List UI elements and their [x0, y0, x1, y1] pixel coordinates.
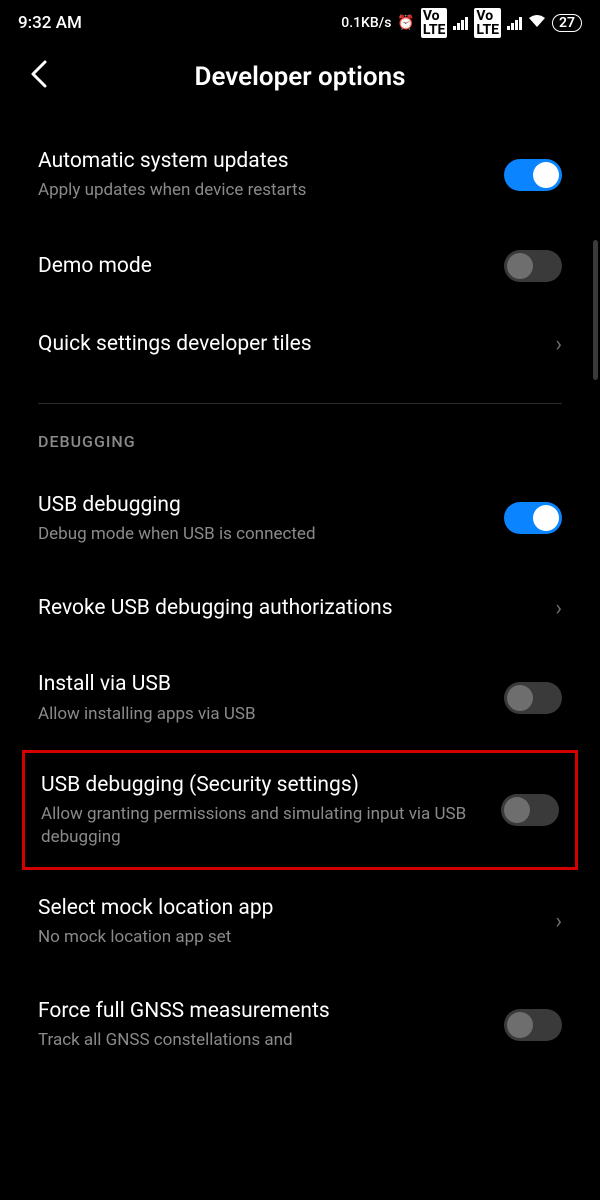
row-subtitle: Allow granting permissions and simulatin…	[41, 803, 485, 849]
row-title: Automatic system updates	[38, 147, 488, 175]
divider	[38, 403, 562, 404]
row-subtitle: No mock location app set	[38, 926, 539, 949]
toggle-demo-mode[interactable]	[504, 250, 562, 282]
row-subtitle: Apply updates when device restarts	[38, 179, 488, 202]
scrollbar[interactable]	[593, 240, 598, 380]
row-demo-mode[interactable]: Demo mode	[38, 226, 562, 306]
status-bar: 9:32 AM 0.1KB/s ⏰ VoLTE VoLTE 27	[0, 0, 600, 42]
chevron-right-icon: ›	[555, 332, 562, 357]
alarm-icon: ⏰	[397, 15, 414, 31]
back-button[interactable]	[30, 60, 70, 93]
section-label-debugging: DEBUGGING	[38, 432, 562, 451]
toggle-automatic-updates[interactable]	[504, 159, 562, 191]
row-subtitle: Debug mode when USB is connected	[38, 523, 488, 546]
volte-icon-1: VoLTE	[421, 8, 448, 38]
row-automatic-system-updates[interactable]: Automatic system updates Apply updates w…	[38, 123, 562, 226]
volte-icon-2: VoLTE	[474, 8, 501, 38]
row-title: Select mock location app	[38, 894, 539, 922]
row-subtitle: Track all GNSS constellations and	[38, 1029, 488, 1052]
toggle-install-via-usb[interactable]	[504, 682, 562, 714]
signal-icon-2	[507, 17, 522, 30]
status-icons: 0.1KB/s ⏰ VoLTE VoLTE 27	[341, 8, 582, 38]
row-title: USB debugging	[38, 491, 488, 519]
toggle-force-gnss[interactable]	[504, 1009, 562, 1041]
row-title: Quick settings developer tiles	[38, 330, 539, 358]
toggle-usb-debugging[interactable]	[504, 502, 562, 534]
wifi-icon	[528, 14, 546, 32]
battery-icon: 27	[552, 14, 582, 32]
highlight-box: USB debugging (Security settings) Allow …	[22, 750, 578, 870]
chevron-right-icon: ›	[555, 909, 562, 934]
row-title: Demo mode	[38, 252, 488, 280]
row-force-full-gnss[interactable]: Force full GNSS measurements Track all G…	[38, 973, 562, 1076]
header: Developer options	[0, 42, 600, 123]
row-title: USB debugging (Security settings)	[41, 771, 485, 799]
row-quick-settings-tiles[interactable]: Quick settings developer tiles ›	[38, 306, 562, 382]
signal-icon-1	[453, 17, 468, 30]
row-title: Install via USB	[38, 670, 488, 698]
row-usb-debugging-security[interactable]: USB debugging (Security settings) Allow …	[41, 753, 559, 867]
clock: 9:32 AM	[18, 13, 82, 33]
page-title: Developer options	[70, 62, 530, 92]
row-install-via-usb[interactable]: Install via USB Allow installing apps vi…	[38, 646, 562, 749]
net-speed: 0.1KB/s	[341, 15, 391, 31]
toggle-usb-debugging-security[interactable]	[501, 794, 559, 826]
row-revoke-usb-auth[interactable]: Revoke USB debugging authorizations ›	[38, 570, 562, 646]
row-title: Force full GNSS measurements	[38, 997, 488, 1025]
row-select-mock-location[interactable]: Select mock location app No mock locatio…	[38, 870, 562, 973]
row-title: Revoke USB debugging authorizations	[38, 594, 539, 622]
row-usb-debugging[interactable]: USB debugging Debug mode when USB is con…	[38, 467, 562, 570]
row-subtitle: Allow installing apps via USB	[38, 703, 488, 726]
chevron-right-icon: ›	[555, 596, 562, 621]
